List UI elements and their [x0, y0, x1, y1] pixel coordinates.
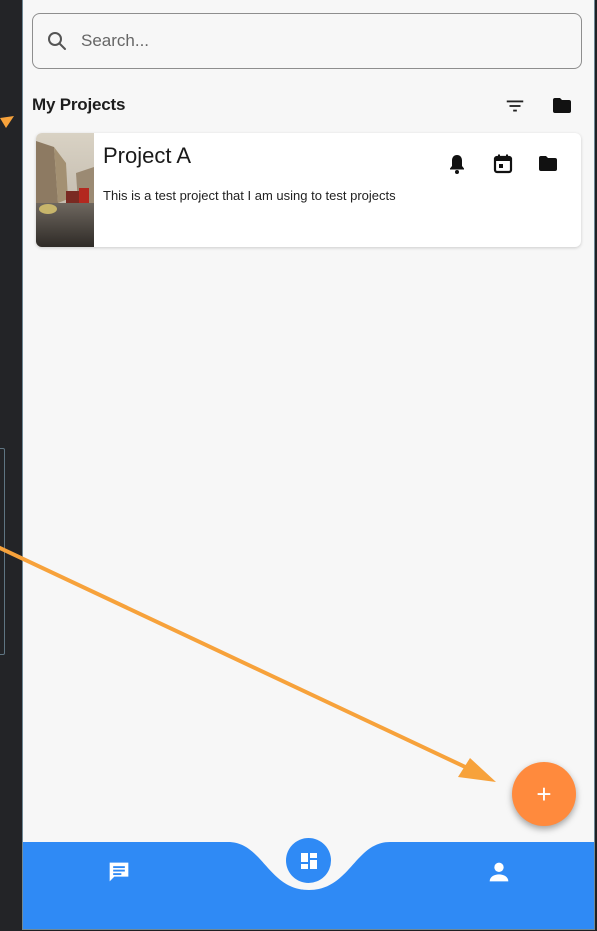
person-icon: [489, 862, 509, 882]
nav-profile-button[interactable]: [485, 858, 513, 886]
project-title: Project A: [103, 143, 192, 168]
project-card[interactable]: Project A This is a test project that I …: [36, 133, 581, 247]
chat-icon: [109, 862, 129, 882]
folder-icon[interactable]: [536, 152, 560, 176]
project-description: This is a test project that I am using t…: [103, 188, 396, 203]
filter-icon[interactable]: [504, 95, 526, 117]
project-thumbnail: [36, 133, 94, 247]
search-icon: [48, 32, 66, 50]
dashboard-icon: [300, 852, 317, 869]
folder-icon[interactable]: [550, 94, 574, 118]
section-title: My Projects: [32, 95, 126, 114]
nav-chat-button[interactable]: [105, 858, 133, 886]
calendar-icon[interactable]: [491, 152, 515, 176]
nav-dashboard-button[interactable]: [286, 838, 331, 883]
search-input[interactable]: [79, 30, 533, 52]
app-screen: My Projects: [22, 0, 595, 930]
bell-icon[interactable]: [445, 152, 469, 176]
side-panel-edge: [0, 448, 5, 655]
search-bar[interactable]: [32, 13, 582, 69]
add-project-button[interactable]: +: [512, 762, 576, 826]
